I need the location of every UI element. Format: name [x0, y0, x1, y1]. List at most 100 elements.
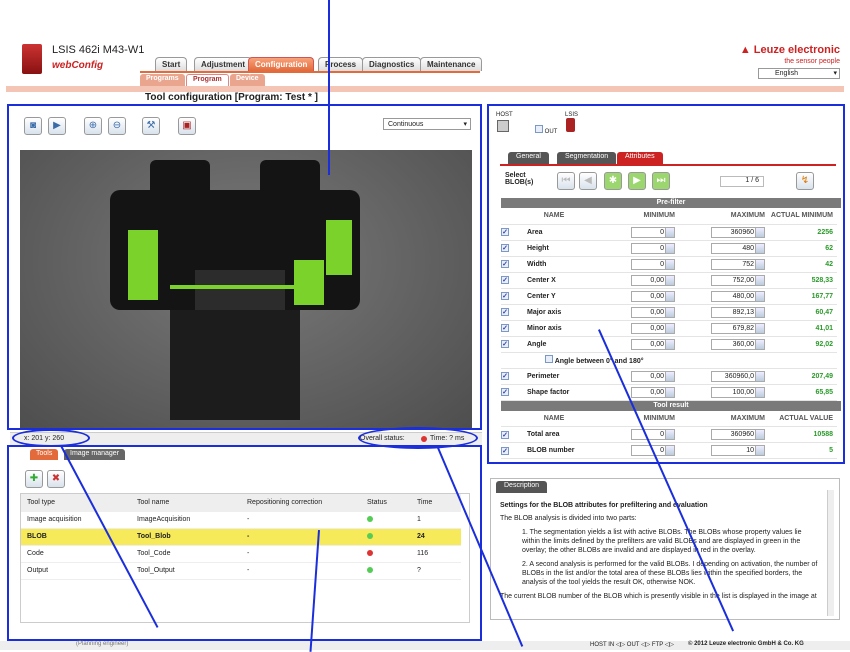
- refresh-icon[interactable]: ↯: [796, 172, 814, 190]
- tab-adjustment[interactable]: Adjustment: [194, 57, 252, 71]
- max-input[interactable]: 679,82: [711, 322, 765, 334]
- subtab-program[interactable]: Program: [186, 74, 229, 86]
- min-input[interactable]: 0: [631, 258, 675, 270]
- attribute-row[interactable]: ✓ Center X 0,00 752,00 528,33: [501, 272, 837, 289]
- tab-tools[interactable]: Tools: [30, 449, 59, 460]
- row-checkbox[interactable]: ✓: [501, 324, 509, 332]
- row-checkbox[interactable]: ✓: [501, 388, 509, 396]
- tab-start[interactable]: Start: [155, 57, 188, 71]
- attribute-row[interactable]: ✓ Height 0 480 62: [501, 240, 837, 257]
- max-input[interactable]: 360960,0: [711, 370, 765, 382]
- min-input[interactable]: 0,00: [631, 386, 675, 398]
- row-checkbox[interactable]: ✓: [501, 430, 509, 439]
- tab-attributes[interactable]: Attributes: [617, 152, 663, 164]
- row-checkbox[interactable]: ✓: [501, 228, 509, 236]
- tab-configuration[interactable]: Configuration: [248, 57, 315, 71]
- table-row-selected[interactable]: BLOB Tool_Blob - 24: [21, 528, 461, 546]
- mode-select[interactable]: Continuous ▾: [383, 118, 471, 130]
- min-input[interactable]: 0,00: [631, 322, 675, 334]
- out-checkbox[interactable]: [535, 125, 543, 133]
- min-input[interactable]: 0,00: [631, 274, 675, 286]
- angle-checkbox[interactable]: [545, 355, 553, 363]
- row-checkbox[interactable]: ✓: [501, 446, 509, 455]
- row-checkbox[interactable]: ✓: [501, 372, 509, 380]
- attribute-row[interactable]: ✓ Major axis 0,00 892,13 60,47: [501, 304, 837, 321]
- min-input[interactable]: 0: [631, 429, 675, 440]
- min-input[interactable]: 0,00: [631, 338, 675, 350]
- max-input[interactable]: 752,00: [711, 274, 765, 286]
- next-icon[interactable]: ▶: [628, 172, 646, 190]
- attr-name: Shape factor: [513, 384, 595, 401]
- prev-icon[interactable]: ◀: [579, 172, 597, 190]
- camera-image[interactable]: [20, 150, 472, 428]
- tab-image-manager[interactable]: Image manager: [64, 449, 126, 460]
- save-icon[interactable]: ▣: [178, 117, 196, 135]
- min-input[interactable]: 0,00: [631, 306, 675, 318]
- row-checkbox[interactable]: ✓: [501, 276, 509, 284]
- app-logo: [22, 44, 42, 74]
- min-input[interactable]: 0: [631, 242, 675, 254]
- description-text: Settings for the BLOB attributes for pre…: [500, 497, 820, 601]
- max-input[interactable]: 752: [711, 258, 765, 270]
- max-input[interactable]: 100,00: [711, 386, 765, 398]
- subtab-device[interactable]: Device: [230, 74, 265, 86]
- camera-icon[interactable]: ◙: [24, 117, 42, 135]
- attribute-row[interactable]: ✓ Shape factor 0,00 100,00 65,85: [501, 384, 837, 401]
- tab-diagnostics[interactable]: Diagnostics: [362, 57, 422, 71]
- attribute-row[interactable]: ✓ Total area 0 360960 10588: [501, 426, 837, 443]
- attribute-row[interactable]: ✓ Angle 0,00 360,00 92,02: [501, 336, 837, 353]
- table-row[interactable]: Code Tool_Code -116: [21, 545, 461, 563]
- max-input[interactable]: 480,00: [711, 290, 765, 302]
- wrench-icon[interactable]: ⚒: [142, 117, 160, 135]
- min-input[interactable]: 0,00: [631, 290, 675, 302]
- h-name: NAME: [513, 208, 595, 225]
- language-select[interactable]: English ▾: [758, 68, 840, 79]
- max-input[interactable]: 360960: [711, 429, 765, 440]
- cell-type: BLOB: [21, 528, 131, 546]
- all-icon[interactable]: ✱: [604, 172, 622, 190]
- min-input[interactable]: 0: [631, 226, 675, 238]
- max-input[interactable]: 10: [711, 445, 765, 456]
- play-icon[interactable]: ▶: [48, 117, 66, 135]
- angle-option-row[interactable]: Angle between 0° and 180°: [501, 352, 837, 369]
- attribute-row[interactable]: ✓ Width 0 752 42: [501, 256, 837, 273]
- tools-table-wrap: Tool type Tool name Repositioning correc…: [20, 493, 470, 623]
- min-input[interactable]: 0,00: [631, 370, 675, 382]
- delete-tool-icon[interactable]: ✖: [47, 470, 65, 488]
- row-checkbox[interactable]: ✓: [501, 260, 509, 268]
- attribute-row[interactable]: ✓ Minor axis 0,00 679,82 41,01: [501, 320, 837, 337]
- row-checkbox[interactable]: ✓: [501, 292, 509, 300]
- attribute-row[interactable]: ✓ Center Y 0,00 480,00 167,77: [501, 288, 837, 305]
- attribute-row[interactable]: ✓ Area 0 360960 2256: [501, 224, 837, 241]
- zoom-in-icon[interactable]: ⊕: [84, 117, 102, 135]
- subtab-programs[interactable]: Programs: [140, 74, 185, 86]
- tab-segmentation[interactable]: Segmentation: [557, 152, 617, 164]
- max-input[interactable]: 360960: [711, 226, 765, 238]
- description-scrollbar[interactable]: [827, 490, 834, 616]
- cell-name: ImageAcquisition: [131, 511, 241, 529]
- row-checkbox[interactable]: ✓: [501, 340, 509, 348]
- add-tool-icon[interactable]: ✚: [25, 470, 43, 488]
- first-icon[interactable]: ⏮: [557, 172, 575, 190]
- footer-role: (Planning engineer): [76, 641, 129, 647]
- tab-general[interactable]: General: [508, 152, 549, 164]
- table-row[interactable]: Image acquisition ImageAcquisition - 1: [21, 511, 461, 529]
- max-input[interactable]: 360,00: [711, 338, 765, 350]
- row-checkbox[interactable]: ✓: [501, 308, 509, 316]
- last-icon[interactable]: ⏭: [652, 172, 670, 190]
- attribute-row[interactable]: ✓ Perimeter 0,00 360960,0 207,49: [501, 368, 837, 385]
- zoom-out-icon[interactable]: ⊖: [108, 117, 126, 135]
- out-toggle[interactable]: OUT: [535, 125, 557, 135]
- max-input[interactable]: 480: [711, 242, 765, 254]
- tab-description[interactable]: Description: [496, 481, 548, 493]
- actual-value: 92,02: [765, 336, 837, 353]
- row-checkbox[interactable]: ✓: [501, 244, 509, 252]
- app-title: LSIS 462i M43-W1: [52, 44, 145, 56]
- table-row[interactable]: Output Tool_Output -?: [21, 562, 461, 580]
- status-dot: [367, 532, 373, 539]
- tab-process[interactable]: Process: [318, 57, 364, 71]
- max-input[interactable]: 892,13: [711, 306, 765, 318]
- description-p1-text: The segmentation yields a list with acti…: [522, 529, 802, 554]
- tab-maintenance[interactable]: Maintenance: [420, 57, 483, 71]
- attribute-row[interactable]: ✓ BLOB number 0 10 5: [501, 442, 837, 459]
